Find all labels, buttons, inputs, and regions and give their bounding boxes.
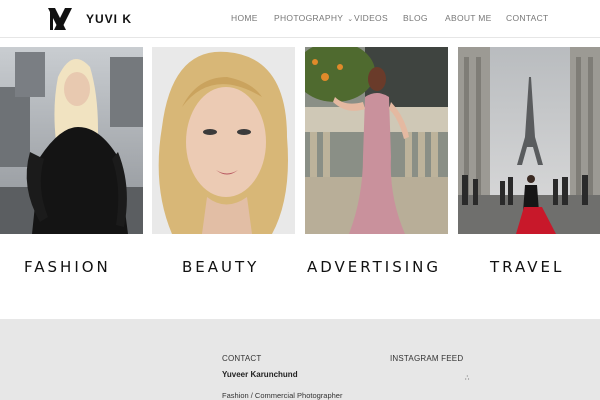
nav-item-photography[interactable]: PHOTOGRAPHY ⌄ <box>274 13 353 23</box>
category-fashion[interactable]: FASHION <box>24 258 111 276</box>
fashion-photo[interactable] <box>0 47 143 234</box>
spinner-icon: ∴ <box>465 375 470 382</box>
contact-role: Fashion / Commercial Photographer <box>222 391 343 400</box>
category-advertising[interactable]: ADVERTISING <box>307 258 441 276</box>
contact-heading: CONTACT <box>222 354 262 363</box>
nav-item-videos[interactable]: VIDEOS <box>354 13 388 23</box>
site-footer: CONTACT Yuveer Karunchund Fashion / Comm… <box>0 319 600 400</box>
chevron-down-icon: ⌄ <box>347 16 354 23</box>
beauty-photo[interactable] <box>152 47 295 234</box>
main-nav: HOME PHOTOGRAPHY ⌄ VIDEOS BLOG ABOUT ME C… <box>0 13 600 27</box>
travel-photo[interactable] <box>458 47 600 234</box>
nav-item-about-me[interactable]: ABOUT ME <box>445 13 492 23</box>
nav-item-label: PHOTOGRAPHY <box>274 13 344 23</box>
nav-item-contact[interactable]: CONTACT <box>506 13 549 23</box>
category-travel[interactable]: TRAVEL <box>490 258 564 276</box>
nav-item-blog[interactable]: BLOG <box>403 13 428 23</box>
advertising-photo[interactable] <box>305 47 448 234</box>
instagram-heading: INSTAGRAM FEED <box>390 354 464 363</box>
nav-item-home[interactable]: HOME <box>231 13 258 23</box>
category-beauty[interactable]: BEAUTY <box>182 258 259 276</box>
site-header: YUVI K HOME PHOTOGRAPHY ⌄ VIDEOS BLOG ABO… <box>0 0 600 38</box>
contact-name: Yuveer Karunchund <box>222 370 298 379</box>
